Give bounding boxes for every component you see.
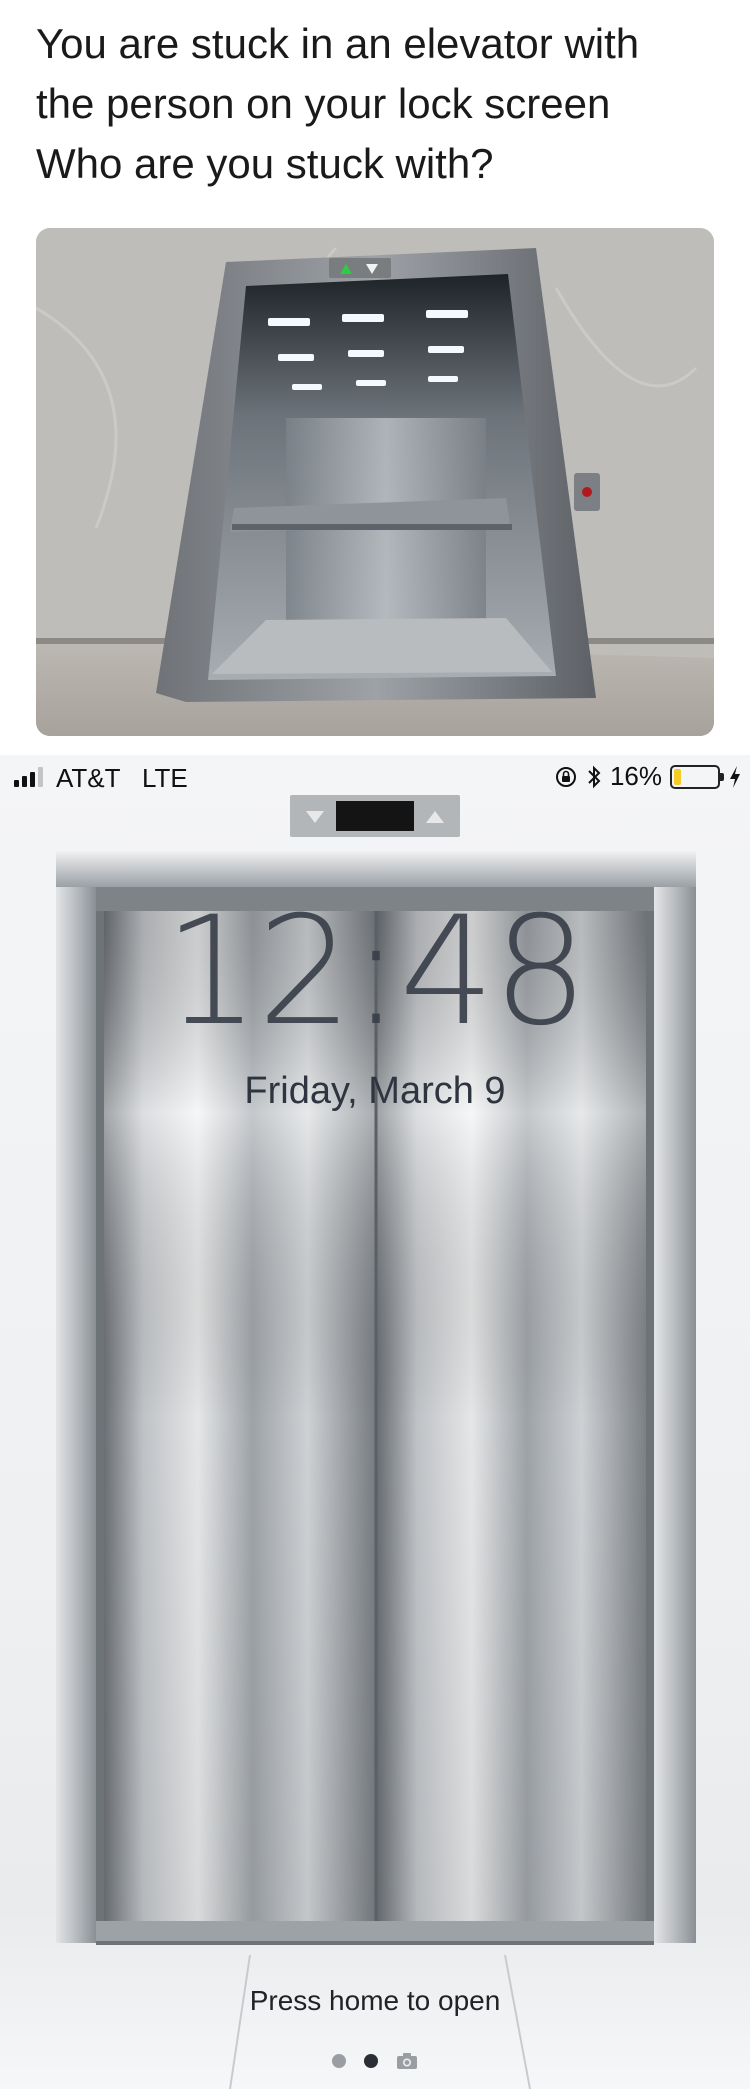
elevator-photo [36, 228, 714, 736]
caption-line-2: the person on your lock screen [36, 80, 611, 127]
status-bar: AT&T LTE 16% [0, 755, 750, 799]
lock-screen: AT&T LTE 16% 12:48 Friday, March 9 Press… [0, 755, 750, 2089]
call-button-icon [582, 487, 592, 497]
page-dot [332, 2054, 346, 2068]
signal-icon [14, 767, 43, 787]
rotation-lock-icon [554, 765, 578, 789]
camera-icon[interactable] [396, 2052, 418, 2070]
press-home-prompt[interactable]: Press home to open [0, 1985, 750, 2017]
caption-line-1: You are stuck in an elevator with [36, 20, 640, 67]
network-label: LTE [142, 763, 188, 793]
page-indicator [0, 2052, 750, 2070]
battery-level-fill [674, 768, 681, 785]
battery-percent: 16% [609, 761, 662, 791]
carrier-label: AT&T [56, 763, 121, 793]
lock-screen-time: 12:48 [163, 885, 588, 1059]
meme-caption: You are stuck in an elevator with the pe… [36, 14, 726, 194]
battery-icon [670, 764, 724, 789]
charging-bolt-icon [728, 765, 742, 789]
caption-line-3: Who are you stuck with? [36, 140, 494, 187]
lock-screen-date: Friday, March 9 [244, 1070, 506, 1112]
bluetooth-icon [586, 764, 602, 790]
page-dot-active [364, 2054, 378, 2068]
